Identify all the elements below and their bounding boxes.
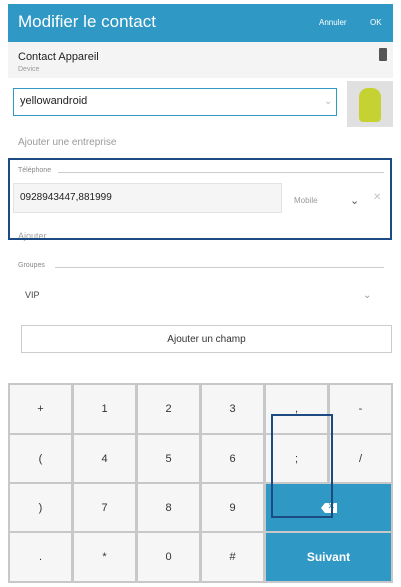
groups-section-divider [55, 267, 384, 268]
app-bar: Modifier le contact Annuler OK [8, 4, 393, 42]
name-field-value: yellowandroid [20, 95, 88, 107]
phone-section-highlight [8, 158, 392, 240]
cancel-button[interactable]: Annuler [319, 18, 347, 27]
contact-photo[interactable] [347, 81, 393, 127]
key-7[interactable]: 7 [74, 484, 135, 531]
name-field[interactable]: yellowandroid [13, 88, 337, 116]
key-3[interactable]: 3 [202, 385, 263, 433]
add-company-link[interactable]: Ajouter une entreprise [18, 137, 116, 148]
key-period[interactable]: . [10, 533, 71, 581]
phone-icon [379, 48, 387, 61]
page-title: Modifier le contact [18, 12, 156, 31]
next-button-label: Suivant [306, 550, 351, 564]
account-subtitle: Device [18, 66, 40, 73]
key-8[interactable]: 8 [138, 484, 199, 531]
key-open-paren[interactable]: ( [10, 435, 71, 482]
ok-button[interactable]: OK [370, 18, 382, 27]
key-6[interactable]: 6 [202, 435, 263, 482]
key-minus[interactable]: - [330, 385, 391, 433]
key-plus[interactable]: + [10, 385, 71, 433]
group-selector[interactable]: VIP [25, 290, 40, 300]
key-5[interactable]: 5 [138, 435, 199, 482]
account-name: Contact Appareil [18, 51, 99, 63]
key-slash[interactable]: / [330, 435, 391, 482]
next-button[interactable]: Suivant [266, 533, 391, 581]
key-9[interactable]: 9 [202, 484, 263, 531]
key-0[interactable]: 0 [138, 533, 199, 581]
name-expand-chevron-icon[interactable]: ⌄ [324, 96, 332, 107]
key-close-paren[interactable]: ) [10, 484, 71, 531]
key-2[interactable]: 2 [138, 385, 199, 433]
account-row: Contact Appareil Device [8, 42, 393, 78]
groups-section-label: Groupes [18, 262, 45, 269]
add-field-button[interactable]: Ajouter un champ [21, 325, 392, 353]
key-1[interactable]: 1 [74, 385, 135, 433]
add-field-label: Ajouter un champ [167, 333, 246, 345]
android-avatar-icon [359, 88, 381, 122]
key-hash[interactable]: # [202, 533, 263, 581]
semicolon-key-highlight [271, 414, 333, 518]
group-chevron-icon[interactable]: ⌄ [363, 290, 371, 301]
numeric-keypad: + 1 2 3 , - ( 4 5 6 ; / ) 7 8 9 ✕ . * 0 … [8, 383, 393, 583]
key-asterisk[interactable]: * [74, 533, 135, 581]
key-4[interactable]: 4 [74, 435, 135, 482]
